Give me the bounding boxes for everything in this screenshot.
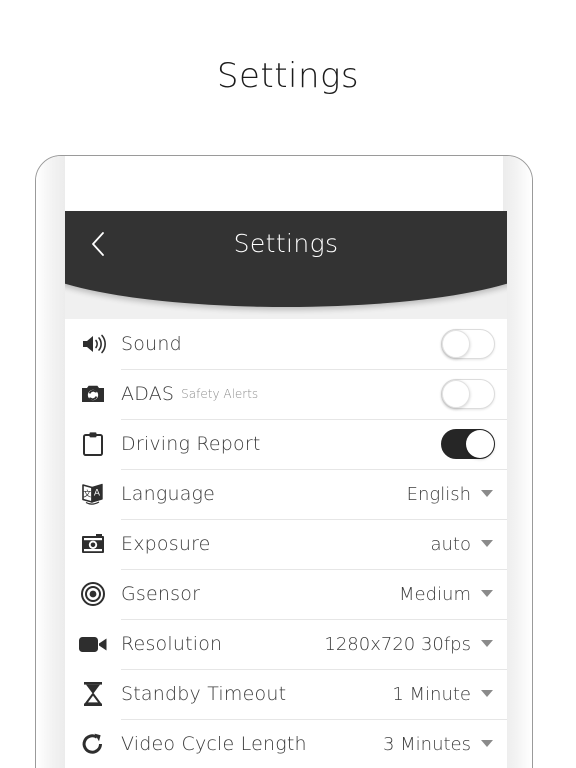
settings-row-exposure[interactable]: Exposure auto xyxy=(65,519,507,569)
settings-row-label: Sound xyxy=(121,333,182,355)
settings-row-gsensor[interactable]: Gsensor Medium xyxy=(65,569,507,619)
settings-row-sound[interactable]: Sound xyxy=(65,319,507,369)
sound-toggle[interactable] xyxy=(441,329,495,359)
hourglass-icon xyxy=(65,680,121,708)
settings-row-value: 1 Minute xyxy=(392,683,471,705)
settings-row-value: English xyxy=(406,483,471,505)
app-header-title: Settings xyxy=(233,229,339,258)
settings-row-label: Exposure xyxy=(121,533,211,555)
settings-row-label: ADAS xyxy=(121,383,175,405)
chevron-down-icon[interactable] xyxy=(479,640,495,648)
settings-row-value: Medium xyxy=(399,583,471,605)
settings-row-driving-report[interactable]: Driving Report xyxy=(65,419,507,469)
settings-row-label: Standby Timeout xyxy=(121,683,287,705)
clipboard-icon xyxy=(65,431,121,457)
svg-text:文: 文 xyxy=(83,489,91,499)
translate-icon: 文 A xyxy=(65,481,121,507)
settings-row-standby-timeout[interactable]: Standby Timeout 1 Minute xyxy=(65,669,507,719)
settings-row-label: Video Cycle Length xyxy=(121,733,307,755)
settings-row-label: Language xyxy=(121,483,216,505)
svg-text:A: A xyxy=(94,489,101,499)
driving-report-toggle[interactable] xyxy=(441,429,495,459)
loop-refresh-icon xyxy=(65,731,121,757)
toggle-knob xyxy=(442,380,470,408)
device-gutter-left xyxy=(36,156,65,768)
toggle-knob xyxy=(442,330,470,358)
settings-row-label: Driving Report xyxy=(121,433,261,455)
device-frame: Settings Sound ADAS Safety Alerts Drivin… xyxy=(35,155,533,768)
adas-toggle[interactable] xyxy=(441,379,495,409)
camera-refresh-icon xyxy=(65,383,121,405)
target-circles-icon xyxy=(65,581,121,607)
settings-row-sublabel: Safety Alerts xyxy=(181,387,259,401)
chevron-down-icon[interactable] xyxy=(479,740,495,748)
camera-icon xyxy=(65,532,121,556)
chevron-down-icon[interactable] xyxy=(479,690,495,698)
settings-row-language[interactable]: 文 A Language English xyxy=(65,469,507,519)
settings-row-value: auto xyxy=(430,533,471,555)
video-camera-icon xyxy=(65,633,121,655)
device-gutter-right xyxy=(503,156,532,768)
settings-list: Sound ADAS Safety Alerts Driving Report … xyxy=(65,319,507,768)
speaker-volume-icon xyxy=(65,333,121,355)
chevron-down-icon[interactable] xyxy=(479,490,495,498)
settings-row-value: 1280x720 30fps xyxy=(324,633,471,655)
chevron-down-icon[interactable] xyxy=(479,590,495,598)
app-header: Settings xyxy=(65,211,507,275)
chevron-down-icon[interactable] xyxy=(479,540,495,548)
settings-row-video-cycle-length[interactable]: Video Cycle Length 3 Minutes xyxy=(65,719,507,768)
settings-row-label: Gsensor xyxy=(121,583,201,605)
toggle-knob xyxy=(466,430,494,458)
settings-row-adas[interactable]: ADAS Safety Alerts xyxy=(65,369,507,419)
app-screen: Settings Sound ADAS Safety Alerts Drivin… xyxy=(65,211,507,768)
settings-row-resolution[interactable]: Resolution 1280x720 30fps xyxy=(65,619,507,669)
settings-row-value: 3 Minutes xyxy=(382,733,471,755)
settings-row-label: Resolution xyxy=(121,633,223,655)
screenshot-root: Settings Settings Sound ADAS Safety Aler… xyxy=(0,0,576,768)
page-title: Settings xyxy=(216,56,360,96)
